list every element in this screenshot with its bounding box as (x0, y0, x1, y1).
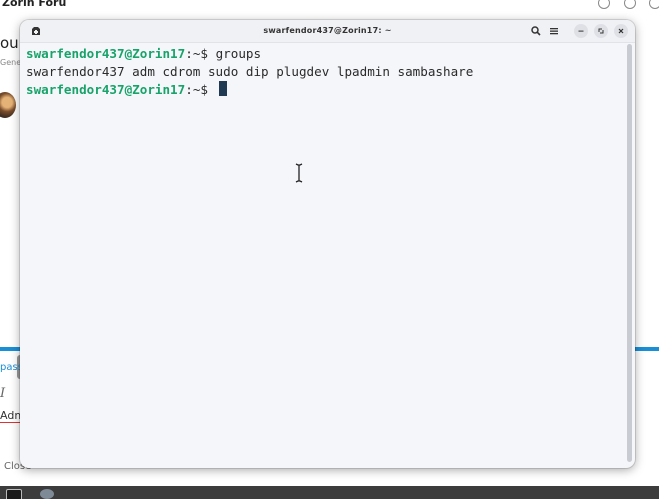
minimize-icon (578, 30, 584, 32)
minimize-button[interactable] (574, 24, 588, 38)
search-icon (531, 26, 541, 36)
menu-button[interactable] (547, 24, 561, 38)
settings-icon[interactable] (624, 0, 636, 9)
terminal-scrollbar[interactable] (627, 44, 632, 462)
forum-header: Zorin Foru (0, 0, 659, 12)
terminal-window[interactable]: swarfendor437@Zorin17: ~ swarfendor437@Z… (20, 20, 635, 468)
settings-app-icon[interactable] (40, 489, 54, 499)
ibeam-cursor-icon (295, 163, 303, 183)
terminal-headerbar[interactable]: swarfendor437@Zorin17: ~ (20, 20, 635, 43)
close-icon[interactable] (649, 0, 659, 9)
search-button[interactable] (529, 24, 543, 38)
composer-divider-right (634, 347, 659, 351)
avatar[interactable] (0, 92, 16, 118)
maximize-button[interactable] (594, 24, 608, 38)
forum-title: Zorin Foru (2, 0, 67, 9)
italic-icon[interactable]: I (0, 386, 5, 401)
prompt-user: swarfendor437@Zorin17 (26, 82, 186, 97)
prompt-path: :~$ (185, 46, 216, 61)
hamburger-menu-icon (550, 28, 558, 35)
taskbar (0, 486, 659, 499)
maximize-icon (598, 28, 604, 34)
terminal-line: swarfendor437 adm cdrom sudo dip plugdev… (26, 63, 625, 81)
terminal-app-icon[interactable] (6, 489, 22, 499)
command-output: swarfendor437 adm cdrom sudo dip plugdev… (26, 64, 474, 79)
terminal-output[interactable]: swarfendor437@Zorin17:~$ groups swarfend… (26, 45, 625, 464)
command-text: groups (215, 46, 262, 61)
terminal-line: swarfendor437@Zorin17:~$ groups (26, 45, 625, 63)
close-icon (618, 28, 624, 34)
close-button[interactable] (614, 24, 628, 38)
prompt-path: :~$ (185, 82, 216, 97)
help-icon[interactable] (598, 0, 610, 9)
prompt-user: swarfendor437@Zorin17 (26, 46, 186, 61)
forum-category-fragment[interactable]: Gene (0, 58, 21, 67)
forum-heading-fragment: ou (0, 34, 19, 52)
text-cursor (218, 81, 227, 96)
composer-divider (0, 347, 20, 351)
terminal-line: swarfendor437@Zorin17:~$ (26, 81, 625, 99)
